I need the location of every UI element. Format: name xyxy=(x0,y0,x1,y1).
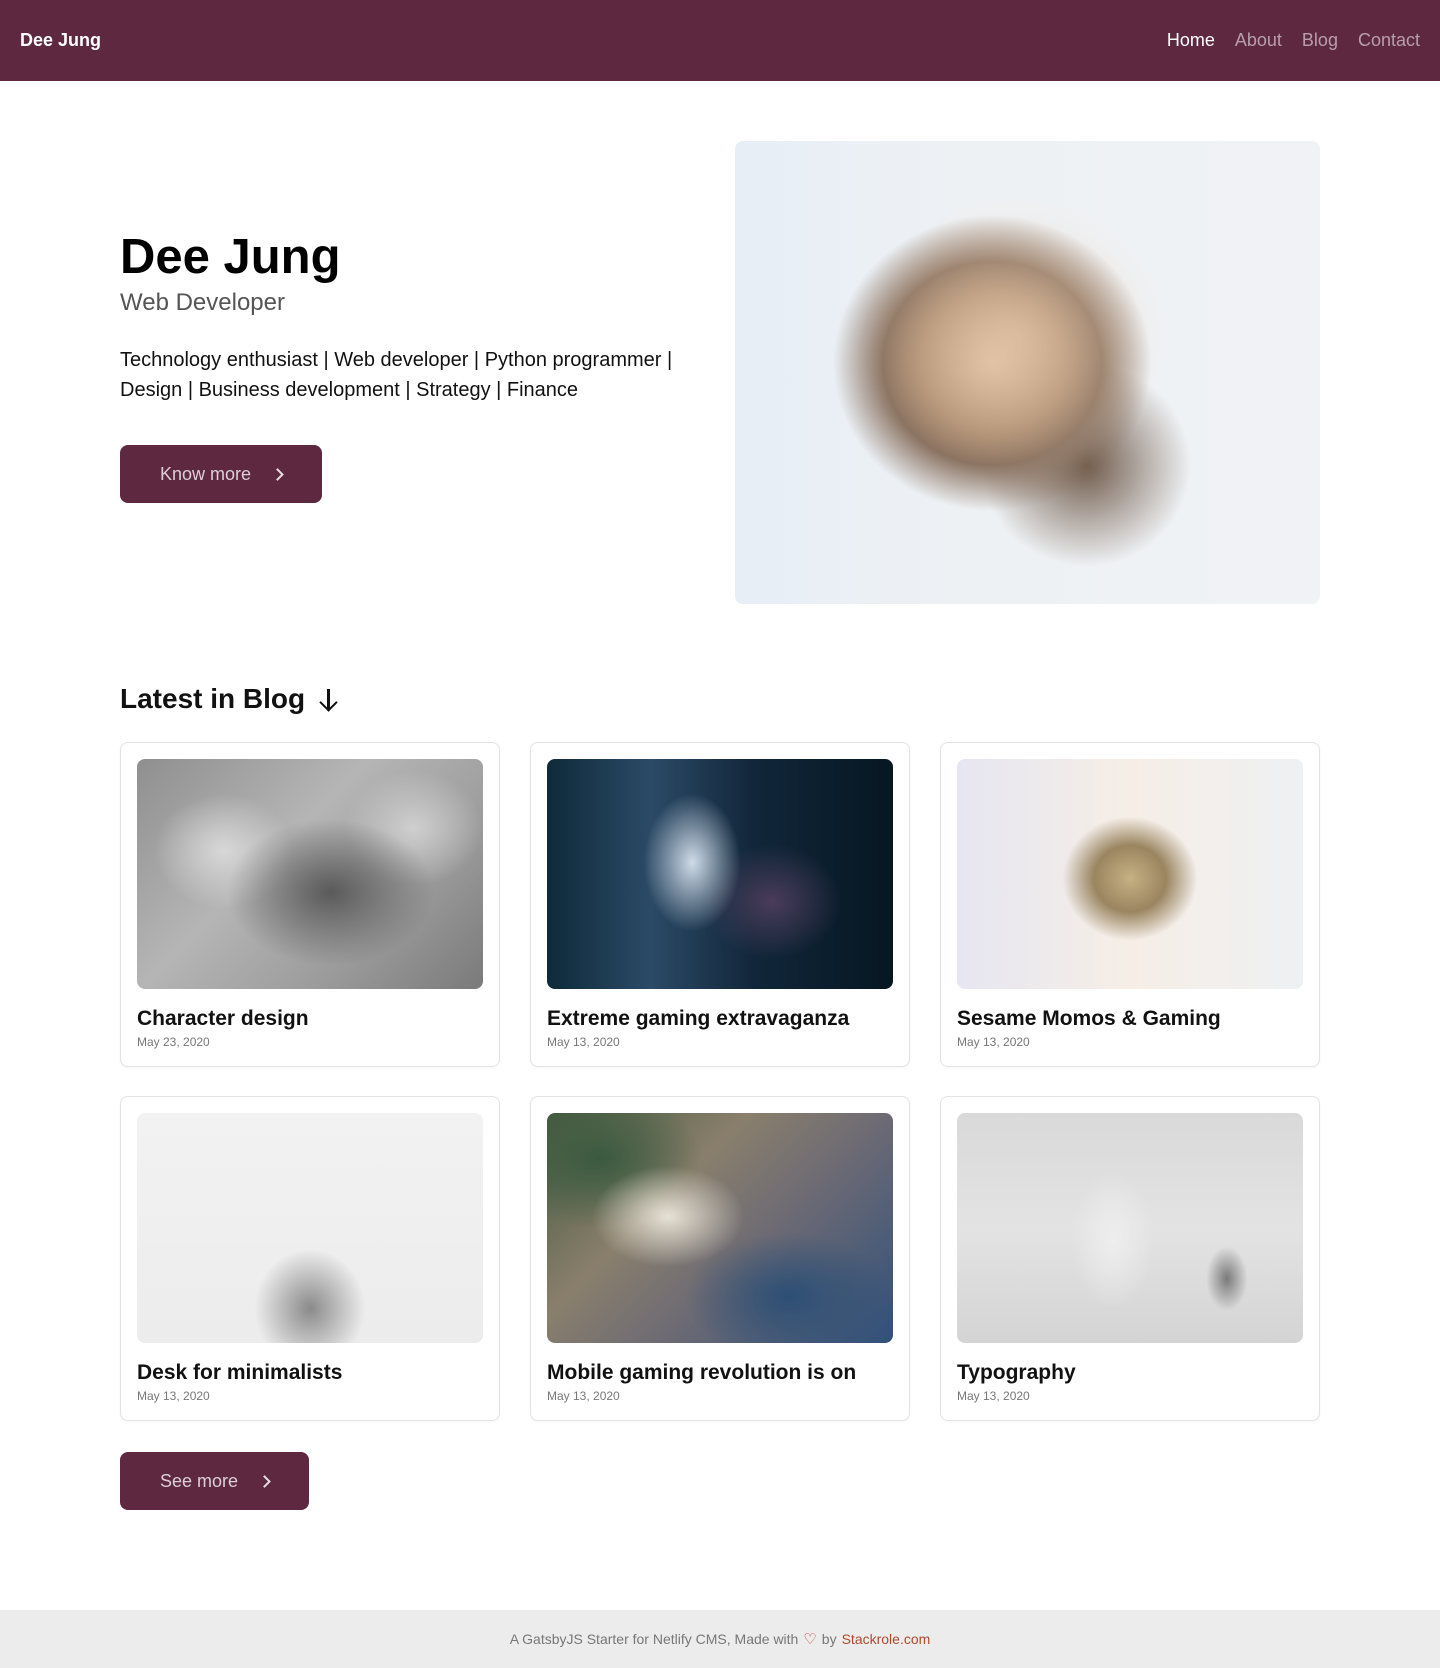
chevron-right-icon xyxy=(258,1474,271,1488)
post-date: May 13, 2020 xyxy=(137,1389,210,1403)
post-thumbnail[interactable] xyxy=(547,1113,893,1343)
brand-link[interactable]: Dee Jung xyxy=(20,30,101,51)
blog-section-title: Latest in Blog xyxy=(120,683,337,715)
blog-card[interactable]: Character design May 23, 2020 xyxy=(120,742,500,1067)
post-thumbnail[interactable] xyxy=(137,759,483,989)
hero-role: Web Developer xyxy=(120,288,285,316)
post-date: May 13, 2020 xyxy=(957,1035,1030,1049)
main-nav: Home About Blog Contact xyxy=(1167,30,1420,51)
blog-card[interactable]: Sesame Momos & Gaming May 13, 2020 xyxy=(940,742,1320,1067)
post-thumbnail[interactable] xyxy=(547,759,893,989)
hero-image xyxy=(735,141,1320,604)
blog-title-label: Latest in Blog xyxy=(120,683,306,714)
post-title[interactable]: Mobile gaming revolution is on xyxy=(547,1361,897,1385)
blog-card[interactable]: Mobile gaming revolution is on May 13, 2… xyxy=(530,1096,910,1421)
blog-card[interactable]: Extreme gaming extravaganza May 13, 2020 xyxy=(530,742,910,1067)
footer-text: A GatsbyJS Starter for Netlify CMS, Made… xyxy=(509,1631,799,1647)
chevron-right-icon xyxy=(271,467,284,481)
see-more-button[interactable]: See more xyxy=(120,1452,310,1510)
post-date: May 23, 2020 xyxy=(137,1035,210,1049)
blog-card[interactable]: Desk for minimalists May 13, 2020 xyxy=(120,1096,500,1421)
post-title[interactable]: Desk for minimalists xyxy=(137,1361,487,1385)
site-footer: A GatsbyJS Starter for Netlify CMS, Made… xyxy=(0,1610,1440,1668)
hero-name: Dee Jung xyxy=(120,230,341,284)
nav-blog[interactable]: Blog xyxy=(1302,30,1338,51)
arrow-down-icon xyxy=(319,687,337,711)
post-date: May 13, 2020 xyxy=(547,1035,620,1049)
site-header: Dee Jung Home About Blog Contact xyxy=(0,0,1440,81)
know-more-label: Know more xyxy=(160,463,252,484)
blog-card[interactable]: Typography May 13, 2020 xyxy=(940,1096,1320,1421)
nav-about[interactable]: About xyxy=(1235,30,1282,51)
post-title[interactable]: Extreme gaming extravaganza xyxy=(547,1007,897,1031)
post-title[interactable]: Typography xyxy=(957,1361,1307,1385)
nav-home[interactable]: Home xyxy=(1167,30,1215,51)
footer-stackrole-link[interactable]: Stackrole.com xyxy=(842,1631,931,1647)
post-thumbnail[interactable] xyxy=(957,1113,1303,1343)
heart-icon: ♡ xyxy=(803,1631,817,1648)
post-thumbnail[interactable] xyxy=(957,759,1303,989)
post-title[interactable]: Sesame Momos & Gaming xyxy=(957,1007,1307,1031)
hero-bio: Technology enthusiast | Web developer | … xyxy=(120,348,673,401)
footer-by: by xyxy=(821,1631,837,1647)
post-title[interactable]: Character design xyxy=(137,1007,487,1031)
post-date: May 13, 2020 xyxy=(957,1389,1030,1403)
see-more-label: See more xyxy=(160,1470,239,1491)
post-thumbnail[interactable] xyxy=(137,1113,483,1343)
know-more-button[interactable]: Know more xyxy=(120,445,323,503)
nav-contact[interactable]: Contact xyxy=(1358,30,1420,51)
post-date: May 13, 2020 xyxy=(547,1389,620,1403)
hero-text: Dee Jung Web Developer Technology enthus… xyxy=(120,230,700,405)
